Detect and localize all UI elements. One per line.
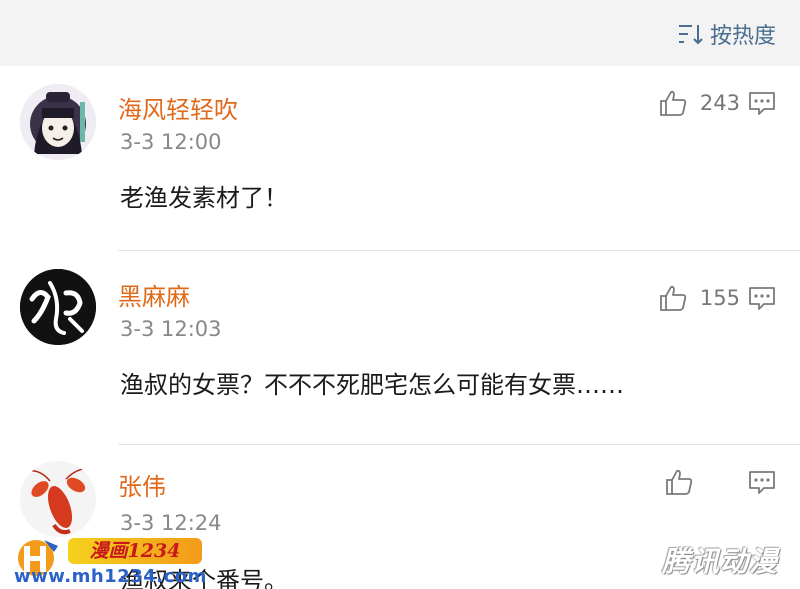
comment-item: 黑麻麻 3-3 12:03 渔叔的女票？不不不死肥宅怎么可能有女票…… 155 <box>0 251 800 445</box>
watermark-left: 漫画1234 www.mh1234.com <box>14 532 207 587</box>
reply-button[interactable] <box>748 90 776 116</box>
avatar-girl-icon <box>20 84 96 160</box>
avatar[interactable] <box>20 84 96 160</box>
comment-author[interactable]: 海风轻轻吹 <box>118 90 238 125</box>
comment-time: 3-3 12:00 <box>120 130 222 154</box>
comment-text: 渔叔的女票？不不不死肥宅怎么可能有女票…… <box>120 371 624 399</box>
comment-actions: 155 <box>658 283 776 313</box>
like-button[interactable]: 155 <box>658 283 740 313</box>
sort-label: 按热度 <box>709 24 776 49</box>
avatar[interactable] <box>20 461 96 537</box>
comment-text: 老渔发素材了！ <box>120 184 288 212</box>
avatar-ink-icon <box>20 269 96 345</box>
watermark-right: 腾讯动漫 <box>661 545 778 578</box>
sort-lines-icon <box>678 25 703 45</box>
comment-actions <box>664 467 776 497</box>
like-button[interactable]: 243 <box>658 88 740 118</box>
like-count: 155 <box>699 286 740 310</box>
avatar-crayfish-icon <box>20 461 96 537</box>
thumbs-up-icon <box>660 285 687 311</box>
comment-list: 海风轻轻吹 3-3 12:00 老渔发素材了！ 243 黑麻麻 3-3 12:0… <box>0 66 800 589</box>
reply-button[interactable] <box>748 285 776 311</box>
thumbs-up-icon <box>660 90 687 116</box>
top-bar: 按热度 <box>0 0 800 66</box>
like-count: 243 <box>699 91 740 115</box>
comment-author[interactable]: 张伟 <box>118 467 166 502</box>
comment-time: 3-3 12:03 <box>120 317 222 341</box>
comment-item: 海风轻轻吹 3-3 12:00 老渔发素材了！ 243 <box>0 66 800 251</box>
sort-by-hot-button[interactable]: 按热度 <box>678 18 776 50</box>
like-button[interactable] <box>664 467 740 497</box>
watermark-badge: 漫画1234 <box>68 538 202 564</box>
thumbs-up-icon <box>666 469 693 495</box>
comment-bubble-icon <box>749 471 775 494</box>
comment-author[interactable]: 黑麻麻 <box>118 277 190 312</box>
avatar[interactable] <box>20 269 96 345</box>
comment-bubble-icon <box>749 92 775 115</box>
watermark-url: www.mh1234.com <box>14 566 207 587</box>
comment-actions: 243 <box>658 88 776 118</box>
reply-button[interactable] <box>748 469 776 495</box>
comment-bubble-icon <box>749 287 775 310</box>
